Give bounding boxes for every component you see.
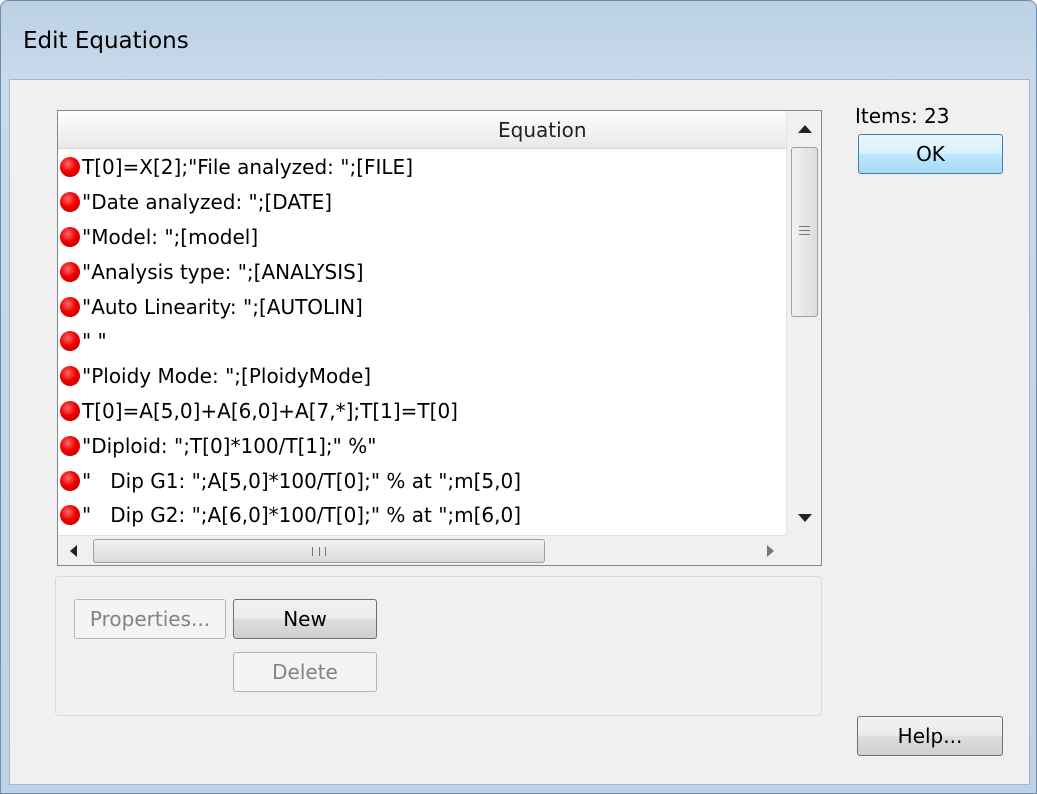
list-actions-panel: Properties... New Delete xyxy=(55,576,822,716)
list-item[interactable]: "Analysis type: ";[ANALYSIS] xyxy=(58,254,786,289)
list-item[interactable]: "Diploid: ";T[0]*100/T[1];" %" xyxy=(58,428,786,463)
equation-text: "Model: ";[model] xyxy=(82,224,259,249)
ok-button[interactable]: OK xyxy=(858,134,1003,174)
list-item[interactable]: " " xyxy=(58,324,786,359)
list-item[interactable]: " Dip G1: ";A[5,0]*100/T[0];" % at ";m[5… xyxy=(58,463,786,498)
list-item[interactable]: "Date analyzed: ";[DATE] xyxy=(58,185,786,220)
red-dot-icon xyxy=(60,366,80,387)
dialog-client-area: Equation T[0]=X[2];"File analyzed: ";[FI… xyxy=(9,79,1030,785)
list-item[interactable]: "Ploidy Mode: ";[PloidyMode] xyxy=(58,359,786,394)
column-header-label: Equation xyxy=(498,118,587,142)
red-dot-icon xyxy=(60,505,80,526)
horizontal-scroll-thumb[interactable] xyxy=(93,539,545,563)
red-dot-icon xyxy=(60,435,80,456)
equation-text: T[0]=A[5,0]+A[6,0]+A[7,*];T[1]=T[0] xyxy=(82,398,458,423)
vertical-scrollbar[interactable] xyxy=(786,111,821,535)
list-item[interactable]: "Model: ";[model] xyxy=(58,220,786,255)
new-button[interactable]: New xyxy=(233,599,377,639)
delete-button[interactable]: Delete xyxy=(233,652,377,692)
equation-text: " Dip G1: ";A[5,0]*100/T[0];" % at ";m[5… xyxy=(82,468,522,493)
scroll-down-arrow-icon[interactable] xyxy=(787,501,822,535)
equation-rows: T[0]=X[2];"File analyzed: ";[FILE] "Date … xyxy=(58,150,786,536)
red-dot-icon xyxy=(60,400,80,421)
window-title: Edit Equations xyxy=(23,28,189,54)
equation-text: "Diploid: ";T[0]*100/T[1];" %" xyxy=(82,433,377,458)
list-item[interactable]: T[0]=A[5,0]+A[6,0]+A[7,*];T[1]=T[0] xyxy=(58,394,786,429)
list-item[interactable]: "Auto Linearity: ";[AUTOLIN] xyxy=(58,289,786,324)
column-header-equation[interactable]: Equation xyxy=(58,111,786,149)
grip-icon xyxy=(312,547,326,556)
red-dot-icon xyxy=(60,261,80,282)
equation-text: "Date analyzed: ";[DATE] xyxy=(82,190,333,215)
red-dot-icon xyxy=(60,331,80,352)
dialog-window: Edit Equations Equation T[0]=X[2];"File … xyxy=(0,0,1037,794)
red-dot-icon xyxy=(60,192,80,213)
red-dot-icon xyxy=(60,226,80,247)
title-bar[interactable]: Edit Equations xyxy=(1,1,1036,79)
red-dot-icon xyxy=(60,470,80,491)
equation-text: " " xyxy=(82,329,107,354)
scroll-up-arrow-icon[interactable] xyxy=(787,111,822,145)
list-item[interactable]: " Dip G2: ";A[6,0]*100/T[0];" % at ";m[6… xyxy=(58,498,786,533)
properties-button[interactable]: Properties... xyxy=(74,599,226,639)
scroll-left-arrow-icon[interactable] xyxy=(58,536,88,566)
equation-text: "Ploidy Mode: ";[PloidyMode] xyxy=(82,364,372,389)
list-item[interactable]: T[0]=X[2];"File analyzed: ";[FILE] xyxy=(58,150,786,185)
items-count: Items: 23 xyxy=(855,104,950,128)
equation-text: "Analysis type: ";[ANALYSIS] xyxy=(82,259,364,284)
red-dot-icon xyxy=(60,296,80,317)
equation-text: " Dip G2: ";A[6,0]*100/T[0];" % at ";m[6… xyxy=(82,503,522,528)
equation-text: T[0]=X[2];"File analyzed: ";[FILE] xyxy=(82,155,413,180)
scrollbar-corner xyxy=(786,535,821,565)
equation-list[interactable]: Equation T[0]=X[2];"File analyzed: ";[FI… xyxy=(57,110,822,566)
red-dot-icon xyxy=(60,157,80,178)
vertical-scroll-thumb[interactable] xyxy=(791,147,818,317)
horizontal-scrollbar[interactable] xyxy=(58,535,786,565)
equation-text: "Auto Linearity: ";[AUTOLIN] xyxy=(82,294,363,319)
scroll-right-arrow-icon[interactable] xyxy=(756,536,786,566)
help-button[interactable]: Help... xyxy=(857,716,1003,756)
